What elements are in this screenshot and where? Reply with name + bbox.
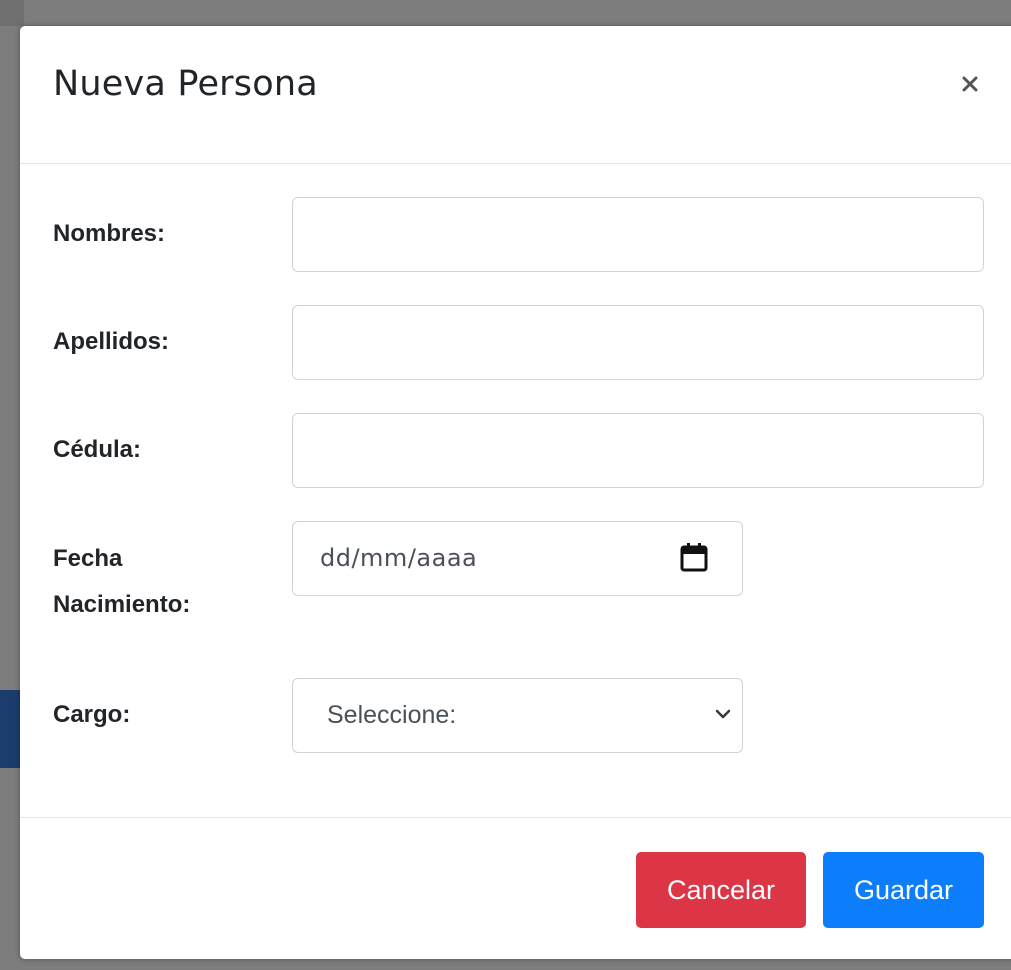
cedula-label: Cédula: [53, 436, 142, 463]
cargo-row: Cargo: Seleccione: [20, 678, 1011, 753]
modal-header: Nueva Persona [20, 26, 1011, 164]
chevron-down-icon [715, 709, 731, 719]
close-icon [962, 76, 978, 92]
fecha-label-line2: Nacimiento: [53, 591, 191, 618]
apellidos-input[interactable] [292, 305, 984, 380]
nombres-input[interactable] [292, 197, 984, 272]
fecha-label-line1: Fecha [53, 545, 123, 572]
cancel-button[interactable]: Cancelar [636, 852, 806, 928]
close-button[interactable] [954, 68, 986, 100]
calendar-icon[interactable] [680, 542, 708, 572]
save-button[interactable]: Guardar [823, 852, 984, 928]
cedula-input[interactable] [292, 413, 984, 488]
modal-backdrop[interactable]: Nueva Persona Nombres: Apellidos: Cédula… [0, 0, 1011, 970]
nombres-row: Nombres: [20, 197, 1011, 272]
cargo-selected-value: Seleccione: [327, 701, 457, 729]
new-person-modal: Nueva Persona Nombres: Apellidos: Cédula… [20, 26, 1011, 959]
date-placeholder: dd/mm/aaaa [320, 544, 478, 572]
fecha-row: Fecha Nacimiento: dd/mm/aaaa [20, 521, 1011, 631]
background-page-strip [0, 0, 24, 26]
fecha-label: Fecha Nacimiento: [53, 536, 253, 628]
modal-title: Nueva Persona [53, 64, 318, 104]
cargo-label: Cargo: [53, 701, 131, 728]
nombres-label: Nombres: [53, 220, 166, 247]
modal-footer: Cancelar Guardar [20, 817, 1011, 960]
apellidos-row: Apellidos: [20, 305, 1011, 380]
cedula-row: Cédula: [20, 413, 1011, 488]
fecha-nacimiento-input[interactable]: dd/mm/aaaa [292, 521, 743, 596]
apellidos-label: Apellidos: [53, 328, 170, 355]
cargo-select[interactable]: Seleccione: [292, 678, 743, 753]
